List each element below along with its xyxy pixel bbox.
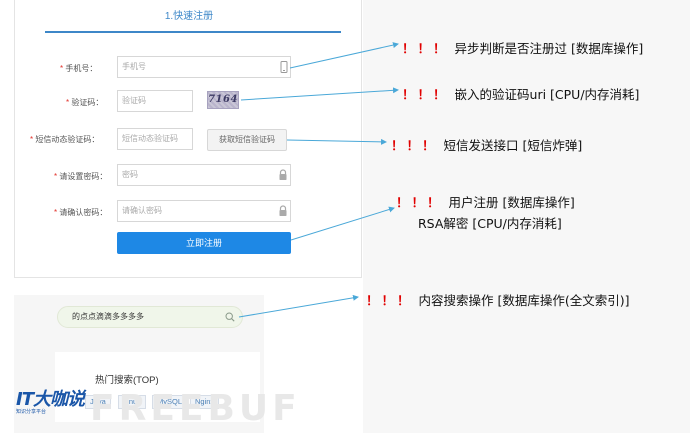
get-sms-code-button[interactable]: 获取短信验证码 <box>207 129 287 151</box>
search-icon[interactable] <box>225 312 235 322</box>
tab-quick-register[interactable]: 1.快速注册 <box>15 0 363 34</box>
annotation-sms-api: ！！！ 短信发送接口 [短信炸弹] <box>391 138 583 153</box>
lock-icon <box>279 205 287 216</box>
captcha-input[interactable]: 验证码 <box>117 90 193 112</box>
phone-input[interactable]: 手机号 <box>117 56 291 78</box>
password-label: * 请设置密码： <box>54 172 108 181</box>
phone-label: * 手机号： <box>60 64 98 73</box>
annotation-captcha-uri: ！！！ 嵌入的验证码uri [CPU/内存消耗] <box>402 87 640 102</box>
captcha-label: * 验证码： <box>66 98 104 107</box>
sms-code-label: * 短信动态验证码： <box>30 135 100 144</box>
captcha-image[interactable]: 7164 <box>207 91 239 109</box>
annotation-content-search: ！！！ 内容搜索操作 [数据库操作(全文索引)] <box>366 293 630 308</box>
tab-underline <box>45 31 341 33</box>
lock-icon <box>279 169 287 180</box>
sms-code-input[interactable]: 短信动态验证码 <box>117 128 193 150</box>
brand-logo: IT大咖说 知识分享平台 <box>16 389 85 415</box>
register-submit-button[interactable]: 立即注册 <box>117 232 291 254</box>
mobile-phone-icon <box>280 61 288 73</box>
confirm-password-label: * 请确认密码： <box>54 208 108 217</box>
screenshot-page: 1.快速注册 * 手机号： 手机号 * 验证码： 验证码 7164 * 短信动态… <box>0 0 690 433</box>
password-input[interactable]: 密码 <box>117 164 291 186</box>
hot-search-title: 热门搜索(TOP) <box>95 375 159 386</box>
watermark: FREEBUF <box>90 388 301 429</box>
annotation-check-registered: ！！！ 异步判断是否注册过 [数据库操作] <box>402 41 644 56</box>
confirm-password-input[interactable]: 请确认密码 <box>117 200 291 222</box>
search-input[interactable]: 的点点滴滴多多多多 <box>57 306 243 328</box>
annotation-rsa-decrypt: RSA解密 [CPU/内存消耗] <box>418 216 562 231</box>
annotation-user-register: ！！！ 用户注册 [数据库操作] <box>396 195 575 210</box>
